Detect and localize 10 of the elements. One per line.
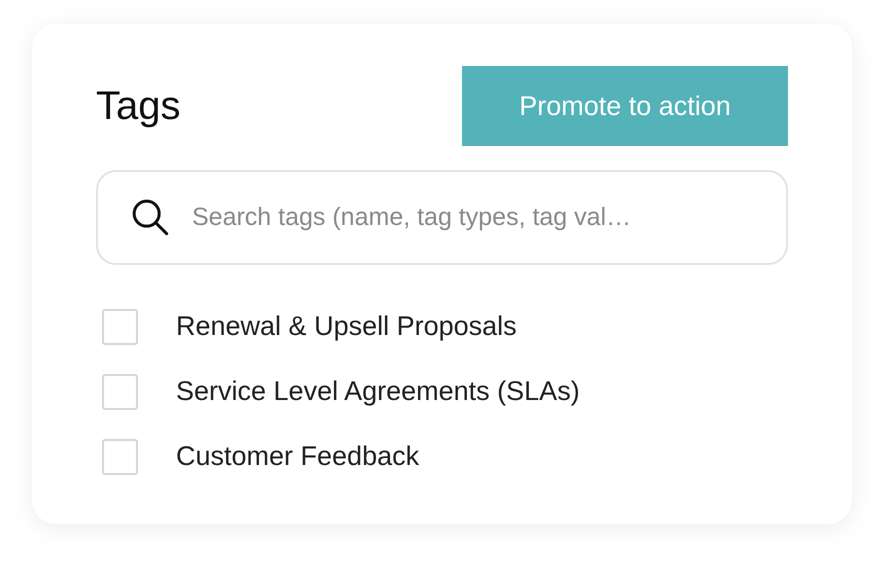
tag-checkbox[interactable] [102, 308, 138, 344]
panel-title: Tags [96, 83, 180, 130]
search-field[interactable]: Search tags (name, tag types, tag val… [96, 170, 788, 265]
search-icon [130, 197, 170, 237]
tag-label: Customer Feedback [176, 440, 420, 474]
promote-button[interactable]: Promote to action [462, 66, 788, 146]
tag-checkbox[interactable] [102, 438, 138, 474]
tag-label: Renewal & Upsell Proposals [176, 310, 517, 344]
tag-checkbox[interactable] [102, 374, 138, 410]
tag-label: Service Level Agreements (SLAs) [176, 375, 580, 408]
